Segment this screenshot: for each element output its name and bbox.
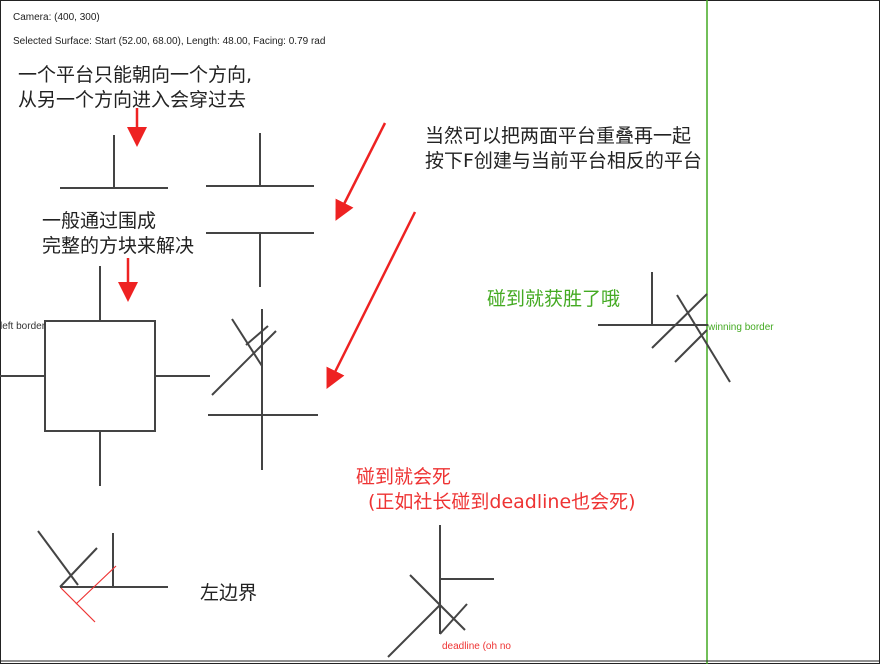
platform-facing-down[interactable] [206,232,314,287]
label-left-border: left border [0,321,46,332]
platform-overlapped[interactable] [208,309,318,470]
note-one-direction-line1: 一个平台只能朝向一个方向, [18,64,253,86]
platform-deadline[interactable] [387,525,494,658]
label-winning-border: winning border [708,322,774,333]
note-left-border: 左边界 [200,582,258,604]
note-overlap: 当然可以把两面平台重叠再一起 按下F创建与当前平台相反的平台 [425,124,702,174]
note-overlap-line1: 当然可以把两面平台重叠再一起 [425,125,692,147]
note-overlap-line2: 按下F创建与当前平台相反的平台 [425,150,702,172]
note-death: 碰到就会死 (正如社长碰到deadline也会死) [356,465,636,515]
platform-square-block[interactable] [0,266,210,486]
note-one-direction: 一个平台只能朝向一个方向, 从另一个方向进入会穿过去 [18,63,252,113]
note-death-line2: (正如社长碰到deadline也会死) [368,491,636,513]
camera-readout: Camera: (400, 300) [13,12,100,23]
selected-surface-readout: Selected Surface: Start (52.00, 68.00), … [13,36,326,47]
note-block-line2: 完整的方块来解决 [42,235,195,257]
platform-facing-up[interactable] [206,133,314,187]
note-death-line1: 碰到就会死 [356,466,452,488]
game-viewport[interactable]: Camera: (400, 300) Selected Surface: Sta… [0,0,880,664]
note-block-line1: 一般通过围成 [42,210,157,232]
note-one-direction-line2: 从另一个方向进入会穿过去 [18,89,247,111]
platform-left-border[interactable] [37,530,168,623]
platform-single[interactable] [60,135,168,189]
note-win: 碰到就获胜了哦 [487,288,621,310]
label-deadline: deadline (oh no [442,641,511,652]
note-block: 一般通过围成 完整的方块来解决 [42,209,194,259]
arrow-overlap-bottom [326,211,417,389]
arrow-overlap-top [335,122,387,221]
